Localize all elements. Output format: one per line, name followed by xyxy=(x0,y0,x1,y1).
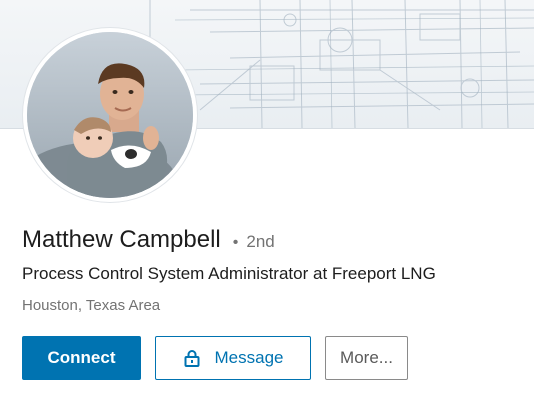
degree-separator: • xyxy=(232,234,239,251)
profile-name: Matthew Campbell xyxy=(22,226,221,253)
lock-icon xyxy=(183,349,201,367)
connect-button-label: Connect xyxy=(47,348,116,367)
profile-card: Matthew Campbell • 2nd Process Control S… xyxy=(0,0,534,405)
more-button-label: More... xyxy=(340,348,393,367)
profile-headline: Process Control System Administrator at … xyxy=(22,264,436,283)
message-button[interactable]: Message xyxy=(155,336,311,380)
connection-degree-badge: 2nd xyxy=(246,232,275,251)
profile-location: Houston, Texas Area xyxy=(22,297,161,314)
message-button-label: Message xyxy=(214,348,284,367)
name-row: Matthew Campbell • 2nd xyxy=(22,226,275,254)
avatar[interactable] xyxy=(23,28,197,202)
more-button[interactable]: More... xyxy=(325,336,408,380)
profile-photo xyxy=(27,32,193,198)
connect-button[interactable]: Connect xyxy=(22,336,141,380)
